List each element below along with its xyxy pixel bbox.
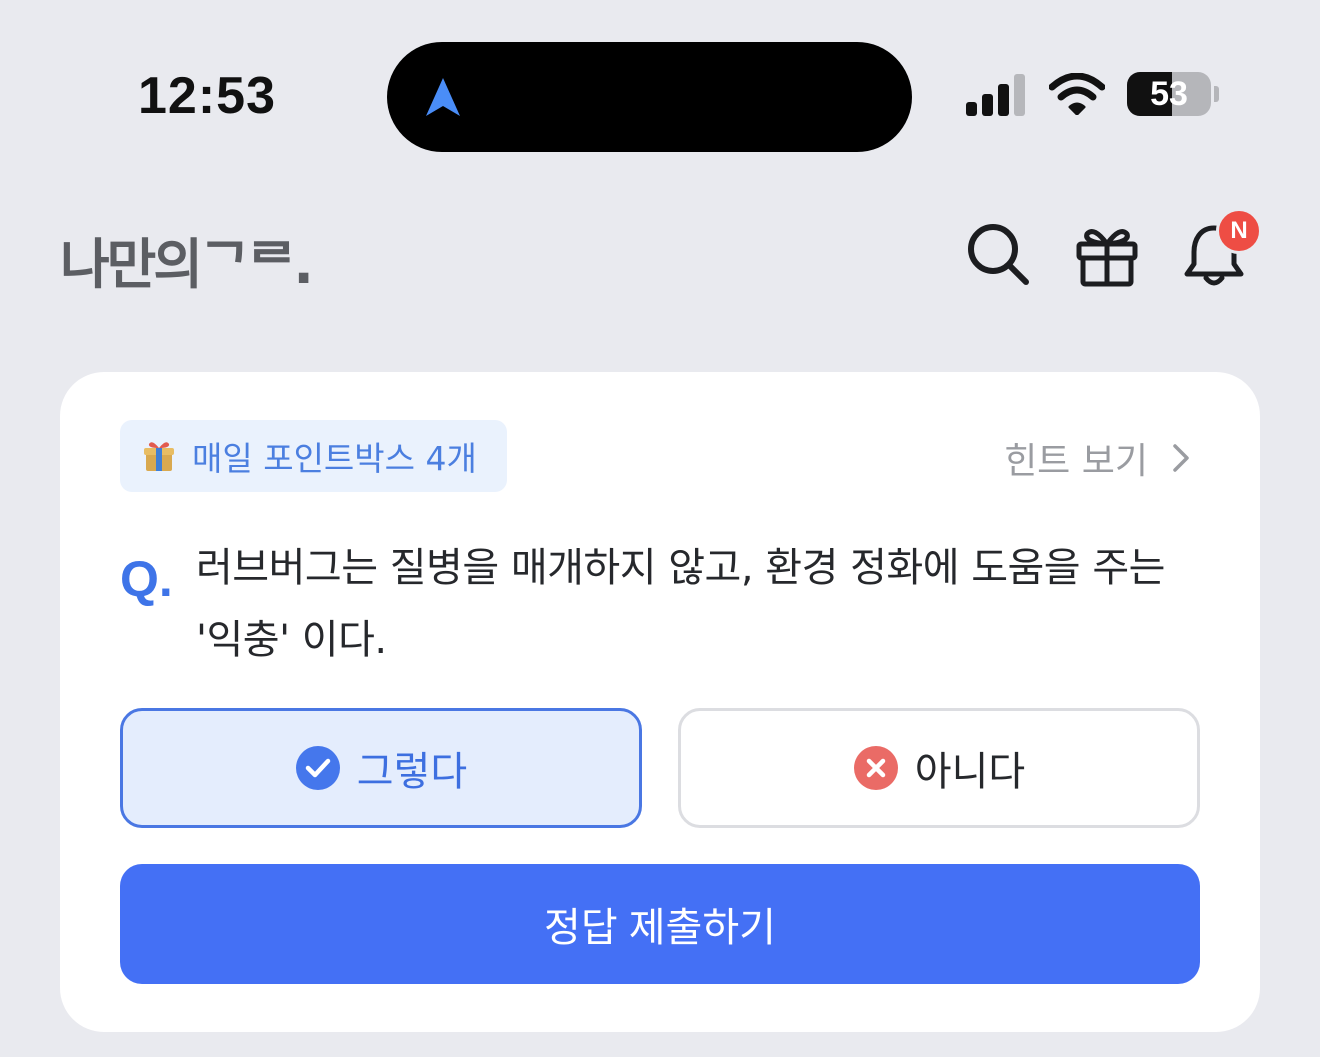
battery-cap [1214,86,1219,102]
answer-yes-label: 그렇다 [356,749,468,795]
wifi-icon [1049,73,1105,115]
question-text: 러브버그는 질병을 매개하지 않고, 환경 정화에 도움을 주는 '익충' 이다… [196,545,1165,663]
quiz-card: 매일 포인트박스 4개 힌트 보기 Q. 러브버그는 질병을 매개하지 않고, … [60,372,1260,1032]
status-time: 12:53 [138,67,276,125]
search-icon[interactable] [966,222,1032,288]
gift-box-icon [144,442,174,471]
cellular-signal-icon [966,72,1025,116]
x-circle-icon [853,746,898,790]
dynamic-island [387,42,912,152]
hint-link[interactable]: 힌트 보기 [1004,432,1190,484]
answer-no-label: 아니다 [914,749,1026,795]
pointbox-label: 매일 포인트박스 4개 [192,439,477,478]
notification-badge: N [1216,208,1262,254]
submit-answer-button[interactable]: 정답 제출하기 [120,864,1200,984]
chevron-right-icon [1173,444,1189,472]
app-logo[interactable]: 나만의ᄀᄅ. [60,220,314,299]
navigation-arrow-icon [426,78,460,116]
hint-label: 힌트 보기 [1004,441,1148,482]
answer-no-button[interactable]: 아니다 [678,708,1200,828]
battery-icon: 53 [1127,72,1211,116]
question-mark-label: Q. [120,551,173,607]
battery-percent: 53 [1150,74,1188,113]
answer-yes-button[interactable]: 그렇다 [120,708,642,828]
gift-icon[interactable] [1074,224,1140,288]
daily-pointbox-tag[interactable]: 매일 포인트박스 4개 [120,420,507,492]
check-circle-icon [295,746,340,790]
